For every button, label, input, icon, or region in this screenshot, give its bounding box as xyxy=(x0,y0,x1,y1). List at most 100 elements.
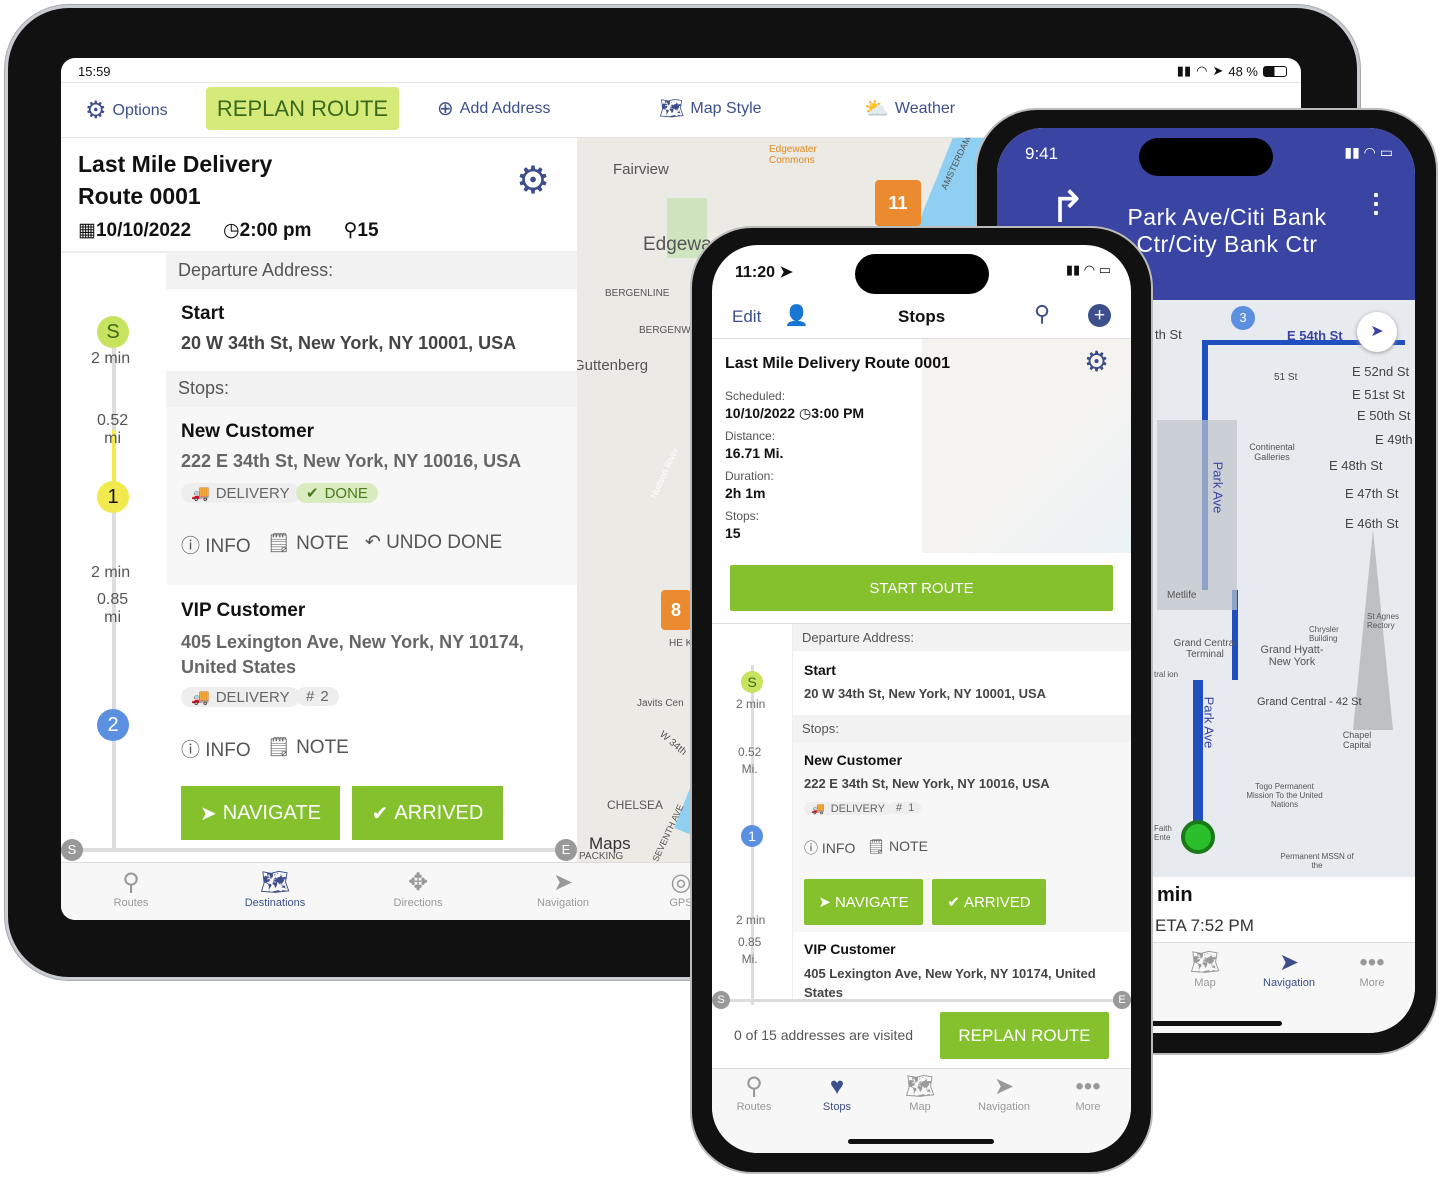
street-label: Park Ave xyxy=(1210,461,1226,514)
options-label: Options xyxy=(112,101,168,119)
assign-driver-icon[interactable]: 👤 xyxy=(784,303,809,328)
map-stop-pin[interactable]: 8 xyxy=(661,590,691,630)
route-title-line1: Last Mile Delivery xyxy=(78,151,273,177)
more-options-icon[interactable]: ⋮ xyxy=(1363,190,1389,216)
replan-route-button[interactable]: REPLAN ROUTE xyxy=(206,87,399,130)
tab-navigation[interactable]: ➤ Navigation xyxy=(1254,949,1324,989)
map-icon: 🗺 xyxy=(1189,949,1221,976)
dynamic-island xyxy=(855,254,989,294)
route-date: ▦10/10/2022 xyxy=(78,220,192,241)
note-button[interactable]: 🗒 NOTE xyxy=(867,838,928,858)
edit-button[interactable]: Edit xyxy=(732,307,761,327)
clock-icon: ◷ xyxy=(798,405,812,421)
status-icons: ▮▮ ◠ ➤ 48 % xyxy=(1177,63,1287,79)
eta-2: 2 min xyxy=(736,913,766,927)
start-address: 20 W 34th St, New York, NY 10001, USA xyxy=(804,686,1047,701)
stop-list: Departure Address: Start 20 W 34th St, N… xyxy=(792,624,1131,1000)
options-button[interactable]: ⚙ Options xyxy=(85,96,168,125)
undo-done-button[interactable]: ↶ UNDO DONE xyxy=(365,531,502,558)
street-label: E 47th St xyxy=(1345,486,1399,501)
departure-header: Departure Address: xyxy=(793,624,1131,651)
map-label: Javits Cen xyxy=(637,698,684,709)
tab-directions[interactable]: ✥ Directions xyxy=(383,869,453,909)
scheduled-label: Scheduled: xyxy=(725,389,786,403)
info-button[interactable]: ⓘ INFO xyxy=(181,531,251,558)
pin-icon: ⚲ xyxy=(343,220,358,241)
info-button[interactable]: ⓘ INFO xyxy=(181,735,251,762)
stop-name: New Customer xyxy=(181,421,315,442)
dynamic-island xyxy=(1139,138,1273,176)
replan-route-button[interactable]: REPLAN ROUTE xyxy=(940,1012,1109,1059)
stop-name-2: VIP Customer xyxy=(181,600,306,621)
route-details: Scheduled: 10/10/2022 ◷3:00 PM Distance:… xyxy=(725,388,864,542)
arrived-button[interactable]: ✔ ARRIVED xyxy=(352,786,503,840)
info-button[interactable]: ⓘ INFO xyxy=(804,838,855,858)
street-label: Park Ave xyxy=(1201,696,1217,749)
battery-percent: 48 % xyxy=(1228,63,1258,79)
scroll-end-cap: E xyxy=(555,839,577,861)
street-label: E 54th St xyxy=(1287,328,1343,343)
status-time: 9:41 xyxy=(1025,144,1059,163)
stop-address-2: 405 Lexington Ave, New York, NY 10174, U… xyxy=(181,632,524,677)
stop-actions: ⓘ INFO 🗒 NOTE xyxy=(804,838,928,858)
navigation-arrow-icon: ➤ xyxy=(993,1073,1015,1100)
distance-value: 16.71 Mi. xyxy=(725,445,784,461)
route-stops-count: ⚲15 xyxy=(343,220,379,241)
tab-navigation[interactable]: ➤ Navigation xyxy=(972,1073,1036,1113)
tab-navigation[interactable]: ➤ Navigation xyxy=(523,869,603,909)
tab-destinations[interactable]: 🗺 Destinations xyxy=(235,869,315,909)
tab-more[interactable]: ••• More xyxy=(1347,949,1397,989)
route-stop-pin[interactable]: 3 xyxy=(1231,306,1255,330)
navigate-button[interactable]: ➤ NAVIGATE xyxy=(181,786,340,840)
tab-map[interactable]: 🗺 Map xyxy=(1180,949,1230,989)
note-button[interactable]: 🗒 NOTE xyxy=(267,735,349,762)
tab-map[interactable]: 🗺 Map xyxy=(896,1073,944,1113)
navigation-arrow-icon: ➤ xyxy=(818,894,831,911)
weather-label: Weather xyxy=(894,99,956,117)
tab-stops[interactable]: ♥ Stops xyxy=(813,1073,861,1113)
weather-button[interactable]: ⛅ Weather xyxy=(864,96,955,121)
search-icon[interactable]: ⚲ xyxy=(1034,301,1050,327)
street-label: E 52nd St xyxy=(1352,364,1410,379)
status-icons: ▮▮ ◠ ▭ xyxy=(1065,262,1111,277)
stop-card-1[interactable]: New Customer 222 E 34th St, New York, NY… xyxy=(793,742,1131,932)
route-settings-gear-icon[interactable]: ⚙ xyxy=(516,158,550,203)
start-route-button[interactable]: START ROUTE xyxy=(730,565,1113,611)
tab-routes[interactable]: ⚲ Routes xyxy=(101,869,161,909)
distance-1: 0.52 Mi. xyxy=(738,745,762,776)
destinations-map-icon: 🗺 xyxy=(259,869,291,896)
street-label: th St xyxy=(1155,327,1182,342)
signal-icon: ▮▮ xyxy=(1176,63,1192,78)
delivery-badge: 🚚 DELIVERY xyxy=(804,802,892,815)
order-number-badge: #2 xyxy=(296,687,339,706)
check-icon: ✔ xyxy=(371,802,389,825)
visited-count: 0 of 15 addresses are visited xyxy=(734,1027,913,1043)
route-meta: ▦10/10/2022 ◷2:00 pm ⚲15 xyxy=(78,219,379,242)
add-stop-icon[interactable]: + xyxy=(1088,304,1111,327)
note-button[interactable]: 🗒 NOTE xyxy=(267,531,349,558)
horizontal-scroll-track[interactable] xyxy=(712,999,1131,1002)
map-icon: 🗺 xyxy=(659,98,685,120)
place-label: Continental Galleries xyxy=(1249,442,1295,462)
map-stop-pin[interactable]: 11 xyxy=(875,180,921,226)
stop-marker-2: 2 xyxy=(97,709,129,741)
add-address-button[interactable]: ⊕ Add Address xyxy=(437,96,551,121)
distance-label: Distance: xyxy=(725,429,776,443)
route-title: Last Mile Delivery Route 0001 xyxy=(78,148,272,212)
tab-routes[interactable]: ⚲ Routes xyxy=(730,1073,778,1113)
route-settings-gear-icon[interactable]: ⚙ xyxy=(1084,345,1109,378)
tab-more[interactable]: ••• More xyxy=(1064,1073,1112,1113)
map-style-button[interactable]: 🗺 Map Style xyxy=(659,96,762,121)
stops-label: Stops: xyxy=(725,509,760,523)
stop-card-1[interactable]: New Customer 222 E 34th St, New York, NY… xyxy=(166,407,577,585)
clock-icon: ◷ xyxy=(223,220,240,241)
route-title: Last Mile Delivery Route 0001 xyxy=(725,355,950,372)
horizontal-scroll-track[interactable] xyxy=(61,848,577,852)
navigate-button[interactable]: ➤ NAVIGATE xyxy=(804,879,923,925)
arrived-button[interactable]: ✔ ARRIVED xyxy=(932,879,1046,925)
map-label: W 34th xyxy=(657,729,689,758)
status-time: 11:20 ➤ xyxy=(735,264,793,281)
recenter-location-icon[interactable]: ➤ xyxy=(1357,312,1397,352)
routes-icon: ⚲ xyxy=(122,869,140,896)
page-title: Stops xyxy=(898,307,946,326)
